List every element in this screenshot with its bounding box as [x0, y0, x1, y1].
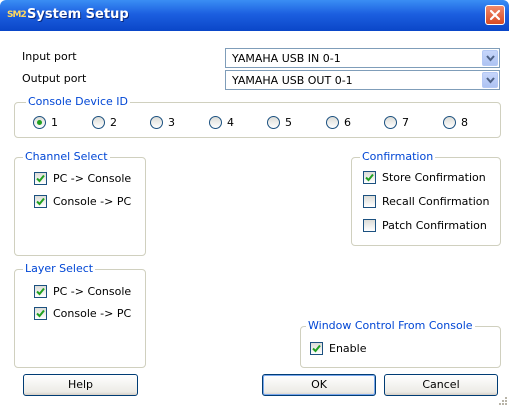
device-id-label-7[interactable]: 7	[402, 116, 409, 129]
device-id-label-5[interactable]: 5	[285, 116, 292, 129]
patch-confirmation-checkbox[interactable]	[363, 219, 376, 232]
console-device-id-group: Console Device ID	[14, 95, 501, 138]
app-icon: SM2	[7, 10, 27, 20]
channel-select-title: Channel Select	[23, 150, 110, 163]
window-control-title: Window Control From Console	[306, 319, 475, 332]
device-id-label-4[interactable]: 4	[227, 116, 234, 129]
layer-select-title: Layer Select	[23, 262, 96, 275]
store-confirmation-checkbox[interactable]	[363, 171, 376, 184]
ok-button-label: OK	[311, 378, 327, 391]
device-id-radio-2[interactable]	[92, 116, 105, 129]
ok-button[interactable]: OK	[262, 374, 376, 396]
recall-confirmation-checkbox[interactable]	[363, 195, 376, 208]
channel-pc-to-console-checkbox[interactable]	[34, 172, 47, 185]
dropdown-arrow-icon[interactable]	[482, 50, 498, 66]
checkmark-icon	[36, 197, 45, 206]
help-button-label: Help	[67, 378, 94, 391]
device-id-radio-3[interactable]	[150, 116, 163, 129]
output-port-select[interactable]: YAMAHA USB OUT 0-1	[225, 70, 500, 90]
console-device-id-title: Console Device ID	[26, 95, 130, 108]
output-port-label: Output port	[22, 72, 87, 85]
recall-confirmation-label[interactable]: Recall Confirmation	[382, 195, 489, 208]
device-id-label-6[interactable]: 6	[344, 116, 351, 129]
input-port-select[interactable]: YAMAHA USB IN 0-1	[225, 48, 500, 68]
layer-console-to-pc-label[interactable]: Console -> PC	[53, 307, 131, 320]
store-confirmation-label[interactable]: Store Confirmation	[382, 171, 486, 184]
device-id-label-8[interactable]: 8	[461, 116, 468, 129]
input-port-label: Input port	[22, 50, 77, 63]
cancel-button-label: Cancel	[422, 378, 460, 391]
device-id-radio-5[interactable]	[267, 116, 280, 129]
dropdown-arrow-icon[interactable]	[482, 72, 498, 88]
checkmark-icon	[36, 309, 45, 318]
device-id-radio-6[interactable]	[326, 116, 339, 129]
output-port-value: YAMAHA USB OUT 0-1	[232, 74, 353, 87]
resize-grip-icon[interactable]	[496, 396, 508, 408]
checkmark-icon	[312, 344, 321, 353]
close-icon	[489, 9, 501, 21]
window-title: System Setup	[27, 7, 129, 22]
layer-console-to-pc-checkbox[interactable]	[34, 307, 47, 320]
help-button[interactable]: Help	[23, 374, 138, 396]
device-id-radio-4[interactable]	[209, 116, 222, 129]
close-button[interactable]	[485, 5, 505, 25]
confirmation-title: Confirmation	[360, 150, 436, 163]
channel-pc-to-console-label[interactable]: PC -> Console	[53, 172, 131, 185]
checkmark-icon	[36, 287, 45, 296]
channel-console-to-pc-label[interactable]: Console -> PC	[53, 195, 131, 208]
device-id-label-2[interactable]: 2	[110, 116, 117, 129]
channel-console-to-pc-checkbox[interactable]	[34, 195, 47, 208]
title-bar[interactable]: SM2 System Setup	[0, 0, 509, 31]
layer-pc-to-console-checkbox[interactable]	[34, 285, 47, 298]
device-id-radio-7[interactable]	[384, 116, 397, 129]
checkmark-icon	[365, 173, 374, 182]
enable-label[interactable]: Enable	[329, 342, 366, 355]
system-setup-dialog: SM2 System Setup Input port YAMAHA USB I…	[0, 0, 509, 410]
input-port-value: YAMAHA USB IN 0-1	[232, 52, 341, 65]
enable-checkbox[interactable]	[310, 342, 323, 355]
dialog-body: Input port YAMAHA USB IN 0-1 Output port…	[0, 31, 509, 410]
device-id-radio-1[interactable]	[33, 116, 46, 129]
cancel-button[interactable]: Cancel	[384, 374, 498, 396]
patch-confirmation-label[interactable]: Patch Confirmation	[382, 219, 487, 232]
checkmark-icon	[36, 174, 45, 183]
device-id-radio-8[interactable]	[443, 116, 456, 129]
device-id-label-1[interactable]: 1	[51, 116, 58, 129]
layer-pc-to-console-label[interactable]: PC -> Console	[53, 285, 131, 298]
device-id-label-3[interactable]: 3	[168, 116, 175, 129]
